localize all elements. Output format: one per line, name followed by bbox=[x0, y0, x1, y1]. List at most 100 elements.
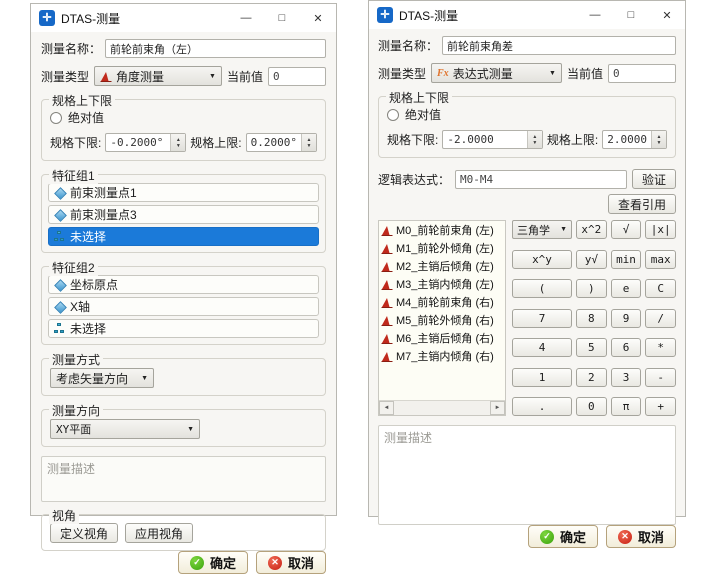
measure-type-label: 测量类型 bbox=[41, 68, 89, 85]
lower-limit-spinner[interactable]: -0.2000° ▲ ▼ bbox=[105, 133, 186, 152]
measure-name-input[interactable] bbox=[442, 36, 676, 55]
calc-key-5[interactable]: 5 bbox=[576, 338, 607, 357]
ok-button[interactable]: ✓ 确定 bbox=[178, 551, 248, 574]
upper-limit-label: 规格上限: bbox=[190, 134, 241, 151]
calc-key-divide[interactable]: / bbox=[645, 309, 676, 328]
measure-name-input[interactable] bbox=[105, 39, 326, 58]
measure-list[interactable]: M0_前轮前束角 (左) M1_前轮外倾角 (左) M2_主销后倾角 (左) M… bbox=[378, 220, 506, 416]
calc-key-close-paren[interactable]: ) bbox=[576, 279, 607, 298]
feature-item[interactable]: 前束测量点1 bbox=[48, 183, 319, 202]
scroll-right-button[interactable]: ► bbox=[490, 401, 505, 415]
list-item[interactable]: M3_主销内倾角 (左) bbox=[379, 275, 505, 293]
scroll-left-button[interactable]: ◄ bbox=[379, 401, 394, 415]
list-item[interactable]: M4_前轮前束角 (右) bbox=[379, 293, 505, 311]
list-item[interactable]: M5_前轮外倾角 (右) bbox=[379, 311, 505, 329]
feature-item[interactable]: 坐标原点 bbox=[48, 275, 319, 294]
apply-view-button[interactable]: 应用视角 bbox=[125, 523, 193, 543]
calc-key-min[interactable]: min bbox=[611, 250, 642, 269]
calc-key-decimal[interactable]: . bbox=[512, 397, 572, 416]
calc-key-0[interactable]: 0 bbox=[576, 397, 607, 416]
calc-key-e[interactable]: e bbox=[611, 279, 642, 298]
calc-key-root[interactable]: y√ bbox=[576, 250, 607, 269]
view-references-button[interactable]: 查看引用 bbox=[608, 194, 676, 214]
measure-type-select[interactable]: Fx 表达式测量 ▼ bbox=[431, 63, 562, 83]
point-icon bbox=[54, 279, 65, 290]
upper-limit-spinner[interactable]: 0.2000° ▲ ▼ bbox=[246, 133, 317, 152]
calc-key-abs[interactable]: |x| bbox=[645, 220, 676, 239]
expression-label: 逻辑表达式： bbox=[378, 171, 450, 188]
viewpoint-title: 视角 bbox=[49, 507, 79, 524]
feature-item[interactable]: 前束测量点3 bbox=[48, 205, 319, 224]
calc-key-sqrt[interactable]: √ bbox=[611, 220, 642, 239]
measure-type-select[interactable]: 角度测量 ▼ bbox=[94, 66, 222, 86]
spinner-buttons[interactable]: ▲ ▼ bbox=[170, 134, 185, 151]
calc-key-3[interactable]: 3 bbox=[611, 368, 642, 387]
calc-key-4[interactable]: 4 bbox=[512, 338, 572, 357]
list-item[interactable]: M7_主销内倾角 (右) bbox=[379, 347, 505, 365]
minimize-button[interactable]: — bbox=[577, 1, 613, 29]
calc-key-pi[interactable]: π bbox=[611, 397, 642, 416]
calc-key-open-paren[interactable]: ( bbox=[512, 279, 572, 298]
cancel-label: 取消 bbox=[638, 527, 664, 546]
trig-function-select[interactable]: 三角学 ▼ bbox=[512, 220, 572, 239]
current-value-input[interactable] bbox=[608, 64, 676, 83]
list-item[interactable]: M1_前轮外倾角 (左) bbox=[379, 239, 505, 257]
verify-button[interactable]: 验证 bbox=[632, 169, 676, 189]
calc-key-2[interactable]: 2 bbox=[576, 368, 607, 387]
list-item[interactable]: M6_主销后倾角 (右) bbox=[379, 329, 505, 347]
absolute-value-radio[interactable] bbox=[387, 109, 399, 121]
lower-limit-label: 规格下限: bbox=[387, 131, 438, 148]
measure-direction-group: 测量方向 XY平面 ▼ bbox=[41, 409, 326, 447]
list-item[interactable]: M0_前轮前束角 (左) bbox=[379, 221, 505, 239]
calc-key-1[interactable]: 1 bbox=[512, 368, 572, 387]
calc-key-plus[interactable]: + bbox=[645, 397, 676, 416]
list-item[interactable]: M2_主销后倾角 (左) bbox=[379, 257, 505, 275]
measure-description-textarea[interactable] bbox=[41, 456, 326, 502]
lower-limit-spinner[interactable]: -2.0000 ▲ ▼ bbox=[442, 130, 543, 149]
titlebar[interactable]: ✛ DTAS-测量 — □ ✕ bbox=[31, 4, 336, 32]
maximize-button[interactable]: □ bbox=[613, 1, 649, 29]
calc-key-power[interactable]: x^y bbox=[512, 250, 572, 269]
calc-key-minus[interactable]: - bbox=[645, 368, 676, 387]
measure-description-textarea[interactable] bbox=[378, 425, 676, 525]
feature-item[interactable]: 未选择 bbox=[48, 319, 319, 338]
measure-method-select[interactable]: 考虑矢量方向 ▼ bbox=[50, 368, 154, 388]
current-value-input[interactable] bbox=[268, 67, 326, 86]
feature-item-selected[interactable]: 未选择 bbox=[48, 227, 319, 246]
close-button[interactable]: ✕ bbox=[300, 4, 336, 32]
measure-direction-title: 测量方向 bbox=[49, 402, 103, 419]
calc-key-multiply[interactable]: * bbox=[645, 338, 676, 357]
titlebar[interactable]: ✛ DTAS-测量 — □ ✕ bbox=[369, 1, 685, 29]
calc-key-6[interactable]: 6 bbox=[611, 338, 642, 357]
expression-input[interactable] bbox=[455, 170, 627, 189]
ok-button[interactable]: ✓ 确定 bbox=[528, 525, 598, 548]
calc-key-8[interactable]: 8 bbox=[576, 309, 607, 328]
horizontal-scrollbar[interactable]: ◄ ► bbox=[379, 400, 505, 415]
calc-key-square[interactable]: x^2 bbox=[576, 220, 607, 239]
spec-limits-title: 规格上下限 bbox=[49, 92, 115, 109]
calc-key-max[interactable]: max bbox=[645, 250, 676, 269]
spec-limits-group: 规格上下限 绝对值 规格下限: -2.0000 ▲ ▼ 规格上限: 2.0000 bbox=[378, 96, 676, 158]
feature-item-label: 未选择 bbox=[70, 320, 106, 337]
chevron-down-icon: ▼ bbox=[549, 70, 556, 77]
calc-key-clear[interactable]: C bbox=[645, 279, 676, 298]
angle-measure-icon bbox=[100, 71, 112, 82]
scrollbar-track[interactable] bbox=[394, 401, 490, 415]
feature-item-label: 前束测量点1 bbox=[70, 184, 137, 201]
define-view-button[interactable]: 定义视角 bbox=[50, 523, 118, 543]
calc-key-9[interactable]: 9 bbox=[611, 309, 642, 328]
cancel-button[interactable]: ✕ 取消 bbox=[256, 551, 326, 574]
calc-key-7[interactable]: 7 bbox=[512, 309, 572, 328]
minimize-button[interactable]: — bbox=[228, 4, 264, 32]
measure-direction-select[interactable]: XY平面 ▼ bbox=[50, 419, 200, 439]
spinner-buttons[interactable]: ▲ ▼ bbox=[651, 131, 666, 148]
upper-limit-spinner[interactable]: 2.0000 ▲ ▼ bbox=[602, 130, 667, 149]
close-button[interactable]: ✕ bbox=[649, 1, 685, 29]
cancel-button[interactable]: ✕ 取消 bbox=[606, 525, 676, 548]
spinner-buttons[interactable]: ▲ ▼ bbox=[301, 134, 316, 151]
absolute-value-radio[interactable] bbox=[50, 112, 62, 124]
maximize-button[interactable]: □ bbox=[264, 4, 300, 32]
spinner-buttons[interactable]: ▲ ▼ bbox=[527, 131, 542, 148]
app-icon: ✛ bbox=[377, 7, 393, 23]
feature-item[interactable]: X轴 bbox=[48, 297, 319, 316]
